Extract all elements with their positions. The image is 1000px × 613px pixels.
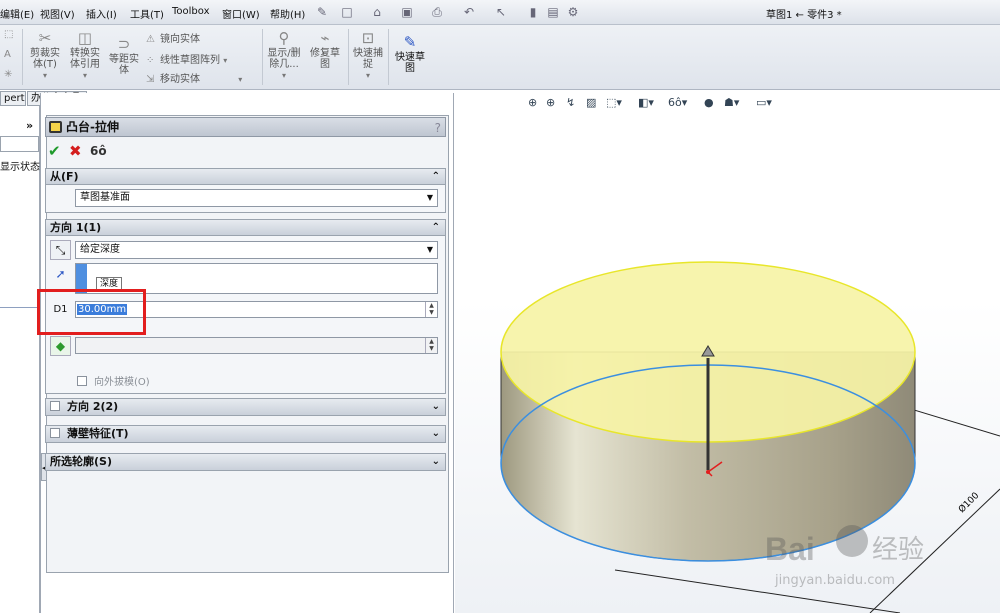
watermark-brand: Bai (765, 531, 815, 567)
triad-origin (706, 470, 710, 474)
paw-icon (836, 525, 868, 557)
watermark-url: jingyan.baidu.com (774, 573, 895, 588)
model-svg: Ø100 Bai 经验 jingyan.baidu.com (500, 261, 1000, 613)
baidu-watermark: Bai 经验 jingyan.baidu.com (765, 525, 924, 588)
watermark-brand-cn: 经验 (872, 535, 924, 565)
diameter-dimension[interactable]: Ø100 (956, 490, 981, 515)
